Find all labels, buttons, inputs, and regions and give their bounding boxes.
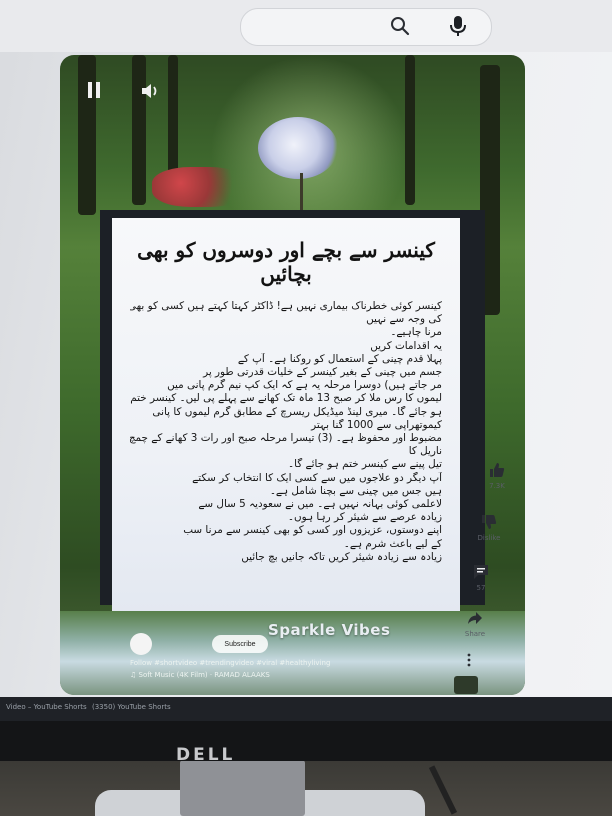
mic-icon[interactable] bbox=[448, 14, 468, 38]
card-line: مر جاتے ہیں) دوسرا مرحلہ یہ ہے کہ ایک کپ… bbox=[167, 379, 442, 392]
card-line: ہیں جس میں چینی سے بچنا شامل ہے۔ bbox=[269, 484, 442, 497]
dislike-button[interactable]: Dislike bbox=[464, 514, 514, 542]
search-icon[interactable] bbox=[388, 14, 412, 38]
tree-trunk bbox=[132, 55, 146, 205]
card-line: یہ اقدامات کریں bbox=[370, 339, 442, 352]
urdu-text-card: کینسر سے بچے اور دوسروں کو بھی بچائیں کی… bbox=[112, 218, 460, 616]
volume-icon[interactable] bbox=[140, 81, 162, 101]
dislike-label: Dislike bbox=[477, 534, 501, 542]
card-line: کیموتھراپی سے 1000 گنا بہتر bbox=[311, 418, 442, 431]
comment-count: 57 bbox=[476, 584, 486, 592]
card-line: مضبوط اور محفوظ ہے۔ (3) تیسرا مرحلہ صبح … bbox=[130, 432, 442, 445]
video-caption[interactable]: Follow #shortvideo #trendingvideo #viral… bbox=[130, 659, 330, 667]
card-line: کی وجہ سے نہیں bbox=[366, 313, 442, 326]
like-button[interactable]: 7.3K bbox=[472, 462, 522, 490]
pause-icon[interactable] bbox=[86, 81, 102, 99]
comment-icon bbox=[474, 565, 488, 579]
monitor-screen: کینسر سے بچے اور دوسروں کو بھی بچائیں کی… bbox=[0, 0, 612, 700]
share-label: Share bbox=[464, 630, 486, 638]
monitor-stand bbox=[180, 760, 305, 816]
thumbs-down-icon bbox=[482, 515, 497, 529]
shorts-video-player[interactable]: کینسر سے بچے اور دوسروں کو بھی بچائیں کی… bbox=[60, 55, 525, 695]
card-title: کینسر سے بچے اور دوسروں کو بھی بچائیں bbox=[137, 238, 435, 286]
card-line: جسم میں چینی کے بغیر کینسر کے خلیات قدرت… bbox=[203, 366, 442, 379]
tree-trunk bbox=[168, 55, 178, 175]
card-line: لاعلمی کوئی بہانہ نہیں ہے۔ میں نے سعودیہ… bbox=[198, 498, 442, 511]
red-flowers bbox=[152, 167, 248, 207]
taskbar-item[interactable]: (3350) YouTube Shorts bbox=[92, 703, 171, 711]
monitor-brand-logo: DELL bbox=[176, 745, 236, 765]
card-line: کینسر کوئی خطرناک بیماری نہیں ہے! ڈاکٹر … bbox=[130, 300, 442, 312]
tree-trunk bbox=[78, 55, 96, 215]
card-line: لیموں کا رس ملا کر صبح 13 ماہ تک کھانے س… bbox=[130, 392, 442, 405]
card-line: ناریل کا bbox=[408, 445, 442, 458]
share-icon bbox=[468, 612, 482, 624]
more-vert-icon[interactable] bbox=[466, 652, 472, 668]
card-line: اپنے دوستوں، عزیزوں اور کسی کو بھی کینسر… bbox=[183, 524, 442, 537]
channel-name[interactable]: Sparkle Vibes bbox=[268, 621, 390, 639]
card-line: زیادہ سے زیادہ شیئر کریں تاکہ جانیں بچ ج… bbox=[241, 550, 442, 563]
card-line: تیل پینے سے کینسر ختم ہو جائے گا۔ bbox=[288, 458, 442, 471]
like-count: 7.3K bbox=[489, 482, 505, 490]
card-line: پہلا قدم چینی کے استعمال کو روکنا ہے۔ آپ… bbox=[237, 352, 442, 365]
blossom-tree bbox=[258, 117, 338, 179]
subscribe-button[interactable]: Subscribe bbox=[212, 635, 268, 653]
card-line: کے لیے باعث شرم ہے۔ bbox=[343, 537, 442, 550]
thumbs-up-icon bbox=[490, 463, 505, 477]
tree-trunk bbox=[405, 55, 415, 205]
blossom-tree-trunk bbox=[300, 173, 303, 213]
comments-button[interactable]: 57 bbox=[456, 564, 506, 592]
taskbar-item[interactable]: Video – YouTube Shorts bbox=[6, 703, 87, 711]
card-lines: کینسر کوئی خطرناک بیماری نہیں ہے! ڈاکٹر … bbox=[130, 300, 442, 564]
next-video-thumbnail[interactable] bbox=[454, 676, 478, 694]
card-line: مرنا چاہیے۔ bbox=[390, 326, 442, 339]
share-button[interactable]: Share bbox=[450, 610, 500, 638]
card-line: آپ دیگر دو علاجوں میں سے کسی ایک کا انتخ… bbox=[192, 471, 442, 484]
channel-avatar[interactable] bbox=[130, 633, 152, 655]
music-label[interactable]: ♫ Soft Music (4K Film) · RAMAD ALAAKS bbox=[130, 671, 270, 679]
monitor-bezel bbox=[0, 721, 612, 761]
card-line: زیادہ عرصے سے شیئر کر رہا ہوں۔ bbox=[287, 511, 442, 524]
card-line: ہو جائے گا۔ میری لینڈ میڈیکل ریسرچ کے مط… bbox=[152, 405, 442, 418]
